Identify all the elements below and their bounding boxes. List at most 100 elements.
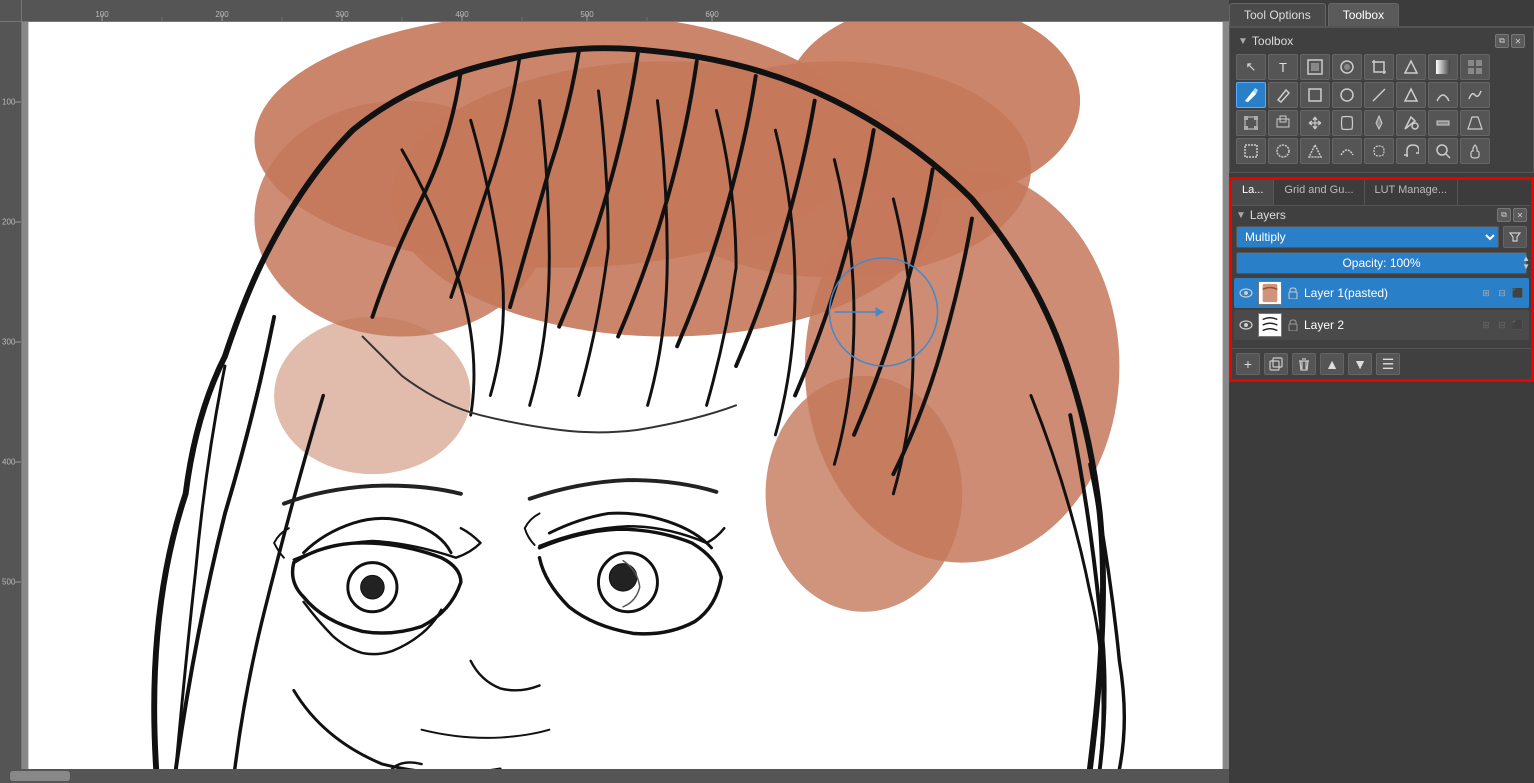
- tool-fill-color[interactable]: [1364, 110, 1394, 136]
- tool-magnetic-select[interactable]: [1396, 138, 1426, 164]
- tool-deform[interactable]: [1332, 110, 1362, 136]
- layers-panel-title: ▼ Layers: [1236, 208, 1286, 222]
- opacity-row: Opacity: 100% ▲ ▼: [1232, 250, 1531, 276]
- layer-filter-btn[interactable]: [1503, 226, 1527, 248]
- layer-1-lock[interactable]: [1286, 286, 1300, 300]
- layers-collapse-arrow[interactable]: ▼: [1236, 210, 1246, 221]
- copy-layer-btn[interactable]: [1264, 353, 1288, 375]
- tool-pencil[interactable]: [1268, 82, 1298, 108]
- horizontal-scrollbar[interactable]: [0, 769, 1229, 783]
- layer-2-action-3[interactable]: ⬛: [1511, 318, 1525, 332]
- tool-pattern[interactable]: [1460, 54, 1490, 80]
- layer-2-visibility[interactable]: [1238, 317, 1254, 333]
- layer-item-1[interactable]: Layer 1(pasted) ⊞ ⊟ ⬛: [1234, 278, 1529, 308]
- tool-dynamic-brush[interactable]: [1460, 82, 1490, 108]
- opacity-slider[interactable]: Opacity: 100% ▲ ▼: [1236, 252, 1527, 274]
- tool-perspective[interactable]: [1460, 110, 1490, 136]
- toolbox-label: Toolbox: [1252, 34, 1293, 48]
- tool-bezier[interactable]: [1428, 82, 1458, 108]
- drawing-area[interactable]: [22, 22, 1229, 769]
- tool-fill[interactable]: [1396, 54, 1426, 80]
- opacity-label: Opacity: 100%: [1342, 256, 1420, 270]
- ruler-tick-300: 300: [335, 10, 348, 19]
- toolbox-panel: ▼ Toolbox ⧉ ✕ ↖ T: [1229, 27, 1534, 173]
- toolbox-close-btn[interactable]: ✕: [1511, 34, 1525, 48]
- tool-line[interactable]: [1364, 82, 1394, 108]
- top-panel-tabs: Tool Options Toolbox: [1229, 0, 1534, 27]
- layer-1-action-1[interactable]: ⊞: [1479, 286, 1493, 300]
- layer-2-lock[interactable]: [1286, 318, 1300, 332]
- layer-1-action-3[interactable]: ⬛: [1511, 286, 1525, 300]
- tool-freehand-select[interactable]: [1364, 138, 1394, 164]
- delete-layer-btn[interactable]: [1292, 353, 1316, 375]
- layer-1-name: Layer 1(pasted): [1304, 286, 1475, 300]
- move-layer-down-btn[interactable]: ▼: [1348, 353, 1372, 375]
- tool-gradient[interactable]: [1428, 54, 1458, 80]
- h-scrollbar-thumb[interactable]: [10, 771, 70, 781]
- layer-2-name: Layer 2: [1304, 318, 1475, 332]
- layers-close-btn[interactable]: ✕: [1513, 208, 1527, 222]
- v-ruler-tick-200: 200: [2, 218, 15, 227]
- move-layer-up-btn[interactable]: ▲: [1320, 353, 1344, 375]
- layer-1-actions: ⊞ ⊟ ⬛: [1479, 286, 1525, 300]
- add-layer-btn[interactable]: +: [1236, 353, 1260, 375]
- tool-text[interactable]: T: [1268, 54, 1298, 80]
- layers-menu-btn[interactable]: ☰: [1376, 353, 1400, 375]
- tool-rectangle[interactable]: [1300, 82, 1330, 108]
- toolbox-tools-grid: ↖ T: [1234, 50, 1529, 168]
- layer-2-actions: ⊞ ⊟ ⬛: [1479, 318, 1525, 332]
- blend-mode-row: Multiply Normal Screen Overlay Darken Li…: [1232, 224, 1531, 250]
- layer-1-action-2[interactable]: ⊟: [1495, 286, 1509, 300]
- layers-list: Layer 1(pasted) ⊞ ⊟ ⬛: [1232, 276, 1531, 344]
- tool-crop[interactable]: [1364, 54, 1394, 80]
- tool-select-arrow[interactable]: ↖: [1236, 54, 1266, 80]
- layers-section: La... Grid and Gu... LUT Manage... ▼ Lay…: [1229, 177, 1534, 382]
- tool-brush[interactable]: [1236, 82, 1266, 108]
- toolbox-header: ▼ Toolbox ⧉ ✕: [1234, 32, 1529, 50]
- ruler-tick-400: 400: [455, 10, 468, 19]
- tool-smart-patch[interactable]: [1428, 110, 1458, 136]
- toolbox-detach-btn[interactable]: ⧉: [1495, 34, 1509, 48]
- layer-2-action-2[interactable]: ⊟: [1495, 318, 1509, 332]
- tool-polygon[interactable]: [1396, 82, 1426, 108]
- tab-layers[interactable]: La...: [1232, 180, 1274, 205]
- layer-1-thumbnail: [1258, 281, 1282, 305]
- v-ruler-tick-500: 500: [2, 578, 15, 587]
- layer-item-2[interactable]: Layer 2 ⊞ ⊟ ⬛: [1234, 310, 1529, 340]
- tool-warp[interactable]: [1268, 110, 1298, 136]
- layer-2-action-1[interactable]: ⊞: [1479, 318, 1493, 332]
- layers-bottom-bar: + ▲ ▼ ☰: [1232, 348, 1531, 379]
- tool-similar-color[interactable]: [1332, 54, 1362, 80]
- layers-detach-btn[interactable]: ⧉: [1497, 208, 1511, 222]
- v-ruler-tick-300: 300: [2, 338, 15, 347]
- vertical-ruler: 100 200 300 400 500: [0, 22, 22, 769]
- v-ruler-tick-100: 100: [2, 98, 15, 107]
- tool-color-picker[interactable]: [1396, 110, 1426, 136]
- blend-mode-select[interactable]: Multiply Normal Screen Overlay Darken Li…: [1236, 226, 1499, 248]
- ruler-tick-100: 100: [95, 10, 108, 19]
- tool-pan[interactable]: [1460, 138, 1490, 164]
- tool-contiguous-select[interactable]: [1300, 54, 1330, 80]
- right-panel: Tool Options Toolbox ▼ Toolbox ⧉ ✕ ↖ T: [1229, 0, 1534, 783]
- tab-grid-guides[interactable]: Grid and Gu...: [1274, 180, 1364, 205]
- tab-tool-options[interactable]: Tool Options: [1229, 3, 1326, 26]
- tab-toolbox[interactable]: Toolbox: [1328, 3, 1399, 26]
- ruler-tick-500: 500: [580, 10, 593, 19]
- tool-transform[interactable]: [1236, 110, 1266, 136]
- tool-polygon-select[interactable]: [1300, 138, 1330, 164]
- toolbox-window-buttons: ⧉ ✕: [1495, 34, 1525, 48]
- tool-ellipse-select[interactable]: [1268, 138, 1298, 164]
- tool-ellipse[interactable]: [1332, 82, 1362, 108]
- layer-2-thumbnail: [1258, 313, 1282, 337]
- layers-panel-header: ▼ Layers ⧉ ✕: [1232, 206, 1531, 224]
- layers-panel-window-buttons: ⧉ ✕: [1497, 208, 1527, 222]
- layer-1-visibility[interactable]: [1238, 285, 1254, 301]
- tool-move[interactable]: [1300, 110, 1330, 136]
- v-ruler-tick-400: 400: [2, 458, 15, 467]
- toolbox-title: ▼ Toolbox: [1238, 34, 1293, 48]
- tool-rect-select[interactable]: [1236, 138, 1266, 164]
- ruler-tick-200: 200: [215, 10, 228, 19]
- tab-lut-manager[interactable]: LUT Manage...: [1365, 180, 1459, 205]
- tool-bezier-select[interactable]: [1332, 138, 1362, 164]
- tool-zoom[interactable]: [1428, 138, 1458, 164]
